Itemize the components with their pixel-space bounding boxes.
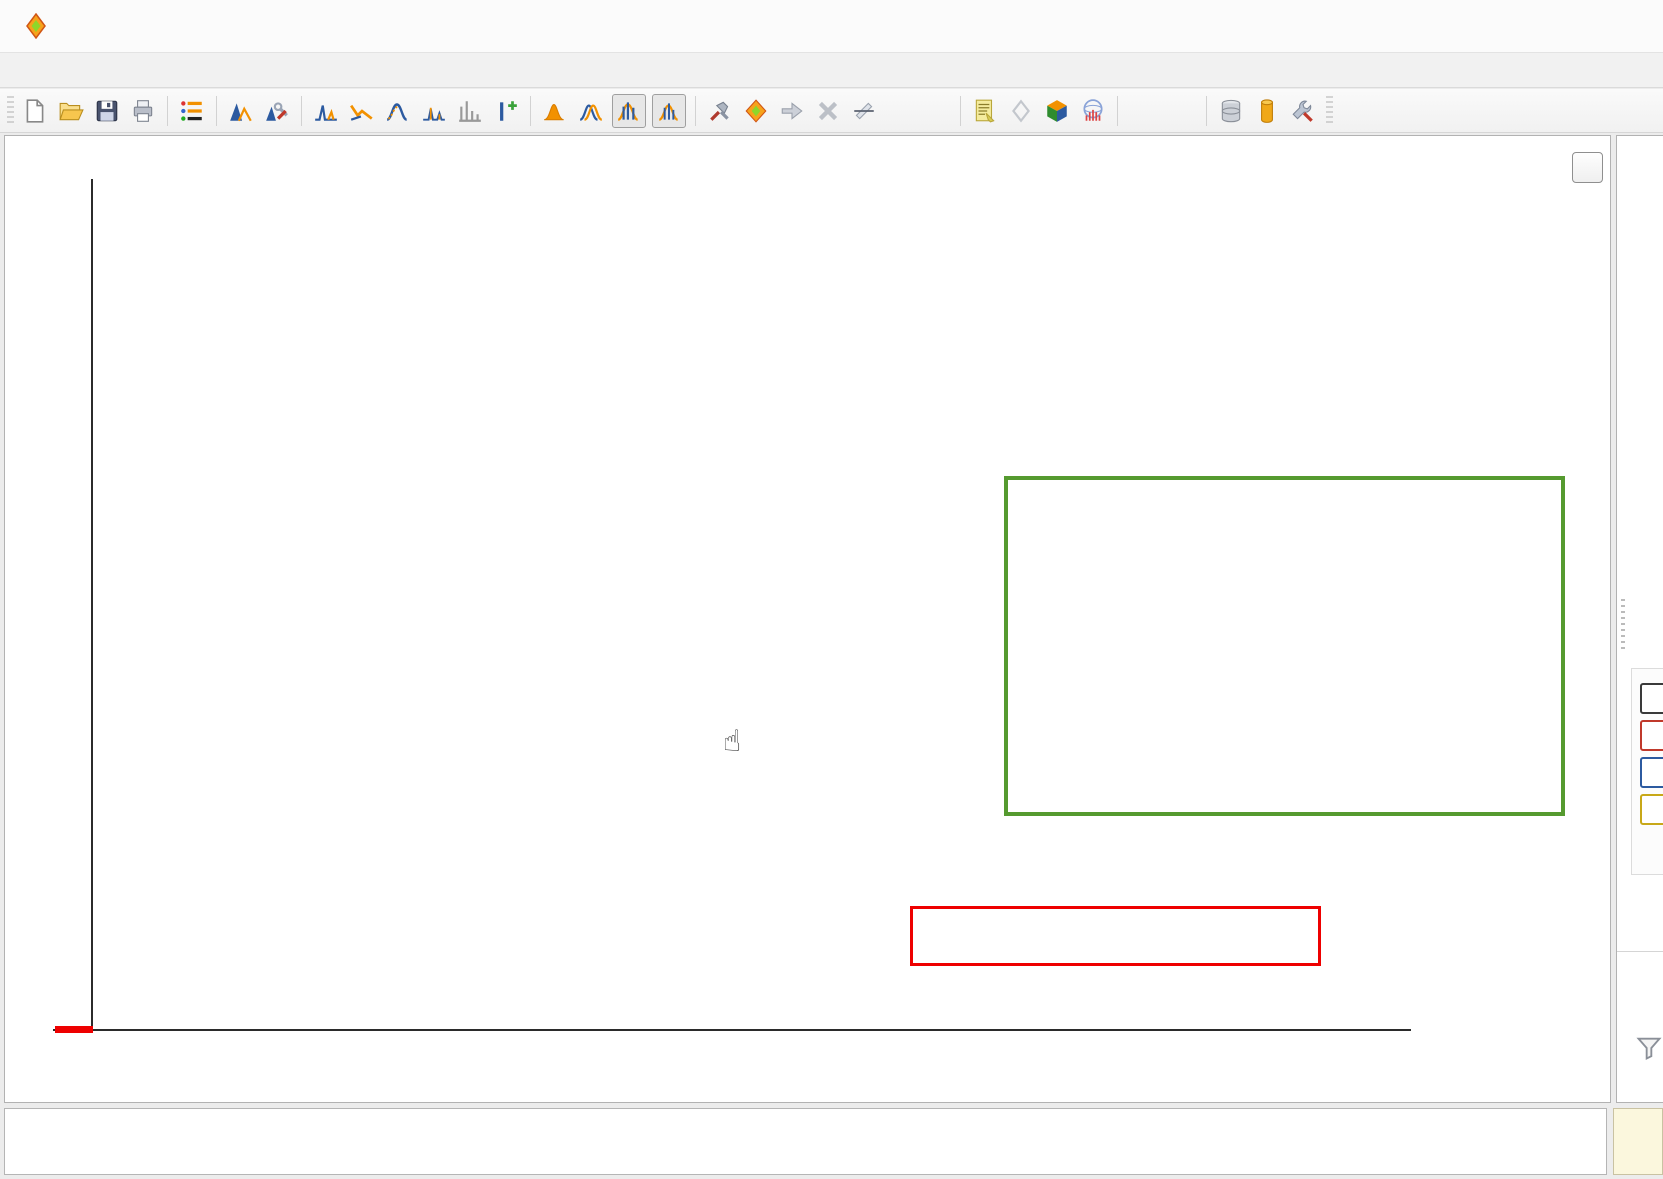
title-bar bbox=[0, 0, 1663, 53]
fourier-map-button[interactable] bbox=[1078, 96, 1108, 126]
toolbar-separator bbox=[960, 96, 961, 126]
toolbar-grip[interactable] bbox=[7, 96, 14, 126]
open-document-button[interactable] bbox=[56, 96, 86, 126]
profile-fit-button[interactable] bbox=[383, 96, 413, 126]
match-application-window: ☝ bbox=[0, 0, 1663, 1179]
axis-origin-marker bbox=[55, 1026, 93, 1033]
add-peak-button[interactable] bbox=[491, 96, 521, 126]
settings-tools-button[interactable] bbox=[1288, 96, 1318, 126]
toolbar-separator bbox=[530, 96, 531, 126]
new-document-button[interactable] bbox=[20, 96, 50, 126]
background-subtract-button[interactable] bbox=[347, 96, 377, 126]
redo-button[interactable] bbox=[1165, 96, 1195, 126]
bottom-right-panel bbox=[1613, 1108, 1663, 1175]
unit-cell-button[interactable] bbox=[1042, 96, 1072, 126]
toolbar-separator bbox=[167, 96, 168, 126]
peak-search-button[interactable] bbox=[311, 96, 341, 126]
toolbar bbox=[0, 89, 1663, 133]
element-filter-button[interactable] bbox=[1640, 683, 1663, 714]
toolbar-separator bbox=[301, 96, 302, 126]
pattern-settings-button[interactable] bbox=[262, 96, 292, 126]
element-filter-button[interactable] bbox=[1640, 757, 1663, 788]
compare-patterns-button[interactable] bbox=[576, 96, 606, 126]
stack-patterns-toggle[interactable] bbox=[652, 94, 686, 128]
database-button[interactable] bbox=[1216, 96, 1246, 126]
match-search-button[interactable] bbox=[741, 96, 771, 126]
toolbar-separator bbox=[695, 96, 696, 126]
right-sidebar bbox=[1616, 135, 1663, 1103]
view-list-button[interactable] bbox=[177, 96, 207, 126]
undo-button[interactable] bbox=[1127, 96, 1157, 126]
bottom-panel bbox=[4, 1108, 1607, 1175]
restraints-tools-button[interactable] bbox=[705, 96, 735, 126]
annotation-red-box bbox=[910, 906, 1321, 966]
diffraction-chart-panel[interactable]: ☝ bbox=[4, 135, 1611, 1103]
filter-icon[interactable] bbox=[1635, 1034, 1663, 1062]
peak-list-button[interactable] bbox=[419, 96, 449, 126]
zoom-in-button[interactable] bbox=[1572, 152, 1603, 183]
st​ick-pattern-button[interactable] bbox=[455, 96, 485, 126]
report-button[interactable] bbox=[970, 96, 1000, 126]
experimental-pattern-button[interactable] bbox=[540, 96, 570, 126]
fp-calculation-button[interactable] bbox=[885, 96, 915, 126]
match-app-icon bbox=[24, 13, 48, 39]
annotation-green-box bbox=[1004, 476, 1565, 816]
element-filter-box bbox=[1631, 668, 1663, 875]
reference-database-button[interactable] bbox=[1252, 96, 1282, 126]
print-button[interactable] bbox=[128, 96, 158, 126]
toolbar-separator bbox=[216, 96, 217, 126]
hkl-indexing-button[interactable] bbox=[921, 96, 951, 126]
y-axis-line bbox=[91, 179, 93, 1031]
forward-step-button[interactable] bbox=[777, 96, 807, 126]
toolbar-grip[interactable] bbox=[1326, 96, 1333, 126]
element-filter-button[interactable] bbox=[1640, 794, 1663, 825]
hand-cursor-icon: ☝ bbox=[723, 724, 741, 759]
toolbar-separator bbox=[1206, 96, 1207, 126]
sidebar-grip[interactable] bbox=[1621, 599, 1625, 651]
sidebar-separator bbox=[1617, 951, 1663, 952]
delete-candidates-button[interactable] bbox=[813, 96, 843, 126]
menu-bar bbox=[0, 53, 1663, 88]
element-filter-button[interactable] bbox=[1640, 720, 1663, 751]
edit-restraint-button[interactable] bbox=[849, 96, 879, 126]
crystal-structure-button[interactable] bbox=[1006, 96, 1036, 126]
pattern-diagram-button[interactable] bbox=[226, 96, 256, 126]
toolbar-separator bbox=[1117, 96, 1118, 126]
x-axis-line bbox=[53, 1029, 1411, 1031]
save-button[interactable] bbox=[92, 96, 122, 126]
overlay-patterns-toggle[interactable] bbox=[612, 94, 646, 128]
